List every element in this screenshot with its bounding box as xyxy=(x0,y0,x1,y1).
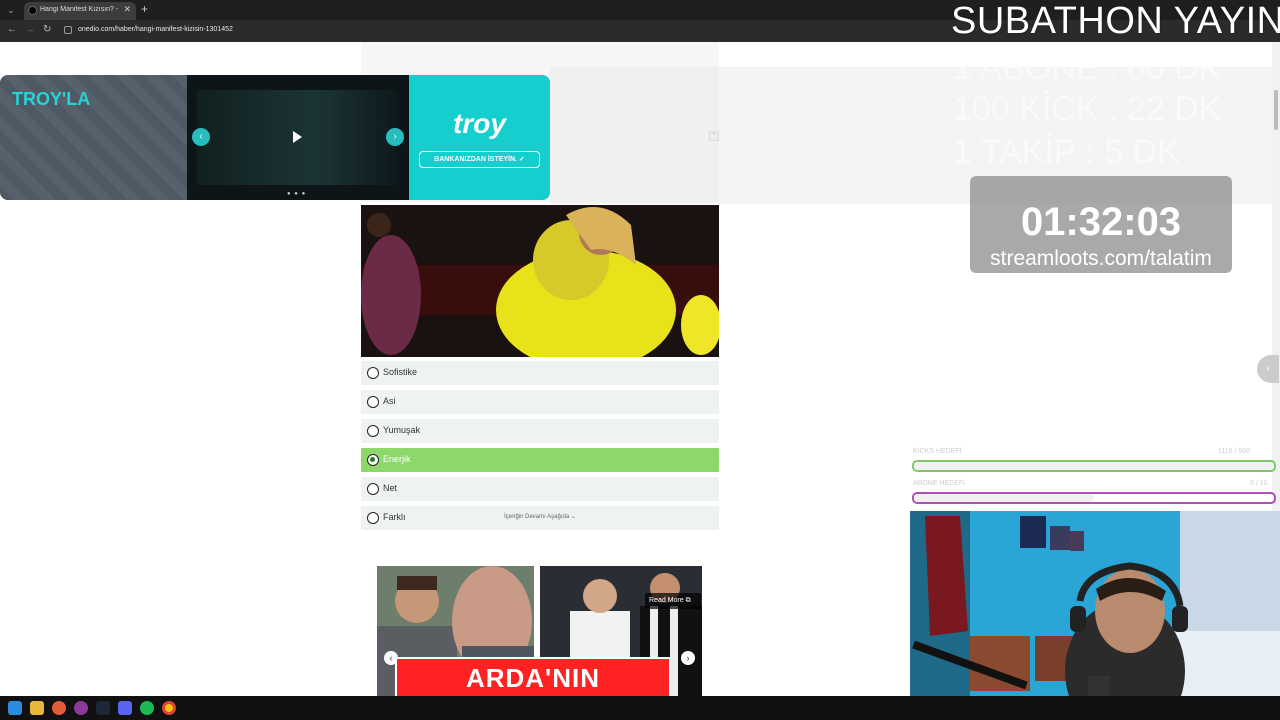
quiz-option[interactable]: Yumuşak xyxy=(361,419,719,443)
spotify-icon[interactable] xyxy=(140,701,154,715)
ad-next-icon[interactable]: › xyxy=(386,128,404,146)
ad-video-player[interactable]: ‹ › ● ● ● xyxy=(187,75,409,200)
continue-reading-label[interactable]: İçeriğin Devamı Aşağıda ⌄ xyxy=(361,513,719,520)
quiz-option[interactable]: Enerjik xyxy=(361,448,719,472)
scrollbar-thumb[interactable] xyxy=(1274,90,1278,130)
rule-follow: 1 TAKİP : 5 DK xyxy=(953,133,1180,171)
tab-favicon-icon xyxy=(28,6,37,15)
quiz-option[interactable]: Asi xyxy=(361,390,719,414)
tab-close-icon[interactable]: ✕ xyxy=(123,4,131,15)
quiz-option-label: Asi xyxy=(383,396,396,406)
steam-icon[interactable] xyxy=(96,701,110,715)
firefox-icon[interactable] xyxy=(52,701,66,715)
ad-prev-icon[interactable]: ‹ xyxy=(192,128,210,146)
forward-icon[interactable]: → xyxy=(25,24,35,35)
ad-carousel-dots[interactable]: ● ● ● xyxy=(287,191,306,197)
ad-headline: TROY'LA xyxy=(12,89,91,109)
radio-button-icon[interactable] xyxy=(367,367,379,379)
subs-goal-bar xyxy=(912,492,1276,504)
quiz-option-label: Sofistike xyxy=(383,367,418,377)
rule-subscribe: 1 ABONE : 60 DK xyxy=(953,49,1222,87)
radio-button-icon[interactable] xyxy=(367,425,379,437)
subs-goal-value: 5 / 10 xyxy=(1250,480,1268,487)
subathon-title: SUBATHON YAYIN xyxy=(951,0,1280,42)
news-banner: ARDA'NIN xyxy=(395,657,671,696)
kicks-goal-label: KİCKS HEDEFİ xyxy=(913,448,962,455)
site-info-icon[interactable] xyxy=(64,26,72,34)
tab-search-icon[interactable]: ⌄ xyxy=(4,3,18,17)
radio-button-icon[interactable] xyxy=(367,483,379,495)
ad-pattern-panel: TROY'LA xyxy=(0,75,187,200)
quiz-option[interactable]: Sofistike xyxy=(361,361,719,385)
subathon-timer: 01:32:03 xyxy=(1020,200,1182,244)
kicks-goal-value: 1116 / 500 xyxy=(1218,448,1251,455)
read-more-button[interactable]: Read More ⧉ xyxy=(645,593,701,609)
subs-goal-fill xyxy=(914,494,1094,502)
quiz-option-label: Yumuşak xyxy=(383,425,421,435)
streamloots-link: streamloots.com/talatim xyxy=(990,247,1212,270)
quiz-option-label: Enerjik xyxy=(383,454,411,464)
browser-tab[interactable]: Hangi Manifest Kızısın? - O ✕ xyxy=(24,2,136,20)
quiz-option[interactable]: Net xyxy=(361,477,719,501)
back-icon[interactable]: ← xyxy=(7,24,17,35)
ad-brand-panel[interactable]: troy BANKANIZDAN İSTEYİN. ✓ xyxy=(409,75,550,200)
play-icon[interactable] xyxy=(293,131,302,143)
reload-icon[interactable]: ↻ xyxy=(43,24,51,35)
quiz-option-label: Net xyxy=(383,483,398,493)
subathon-timer-box: 01:32:03 streamloots.com/talatim xyxy=(970,176,1232,273)
app-icon[interactable] xyxy=(74,701,88,715)
quiz-hero-image xyxy=(361,205,719,357)
kicks-goal-bar xyxy=(912,460,1276,472)
troy-ad-banner[interactable]: TROY'LA ‹ › ● ● ● troy BANKANIZDAN İSTEY… xyxy=(0,75,550,200)
rule-kick: 100 KİCK : 22 DK xyxy=(953,90,1222,128)
new-tab-button[interactable]: + xyxy=(141,2,148,16)
news-banner-text: ARDA'NIN xyxy=(465,663,601,693)
tab-title: Hangi Manifest Kızısın? - O xyxy=(40,6,120,13)
carousel-next-icon[interactable]: › xyxy=(681,651,695,665)
radio-button-icon[interactable] xyxy=(367,454,379,466)
file-explorer-icon[interactable] xyxy=(30,701,44,715)
radio-button-icon[interactable] xyxy=(367,396,379,408)
side-next-icon[interactable]: › xyxy=(1257,355,1279,383)
discord-icon[interactable] xyxy=(118,701,132,715)
ad-cta-button[interactable]: BANKANIZDAN İSTEYİN. ✓ xyxy=(419,151,540,168)
subs-goal-label: ABONE HEDEFİ xyxy=(913,480,966,487)
kicks-goal-fill xyxy=(914,462,1274,470)
start-icon[interactable] xyxy=(8,701,22,715)
os-taskbar xyxy=(0,696,1280,720)
troy-logo: troy xyxy=(453,108,506,139)
webcam-feed xyxy=(910,511,1280,720)
chrome-icon[interactable] xyxy=(162,701,176,715)
url-field[interactable]: onedio.com/haber/hangi-manifest-kizisin-… xyxy=(78,26,233,33)
